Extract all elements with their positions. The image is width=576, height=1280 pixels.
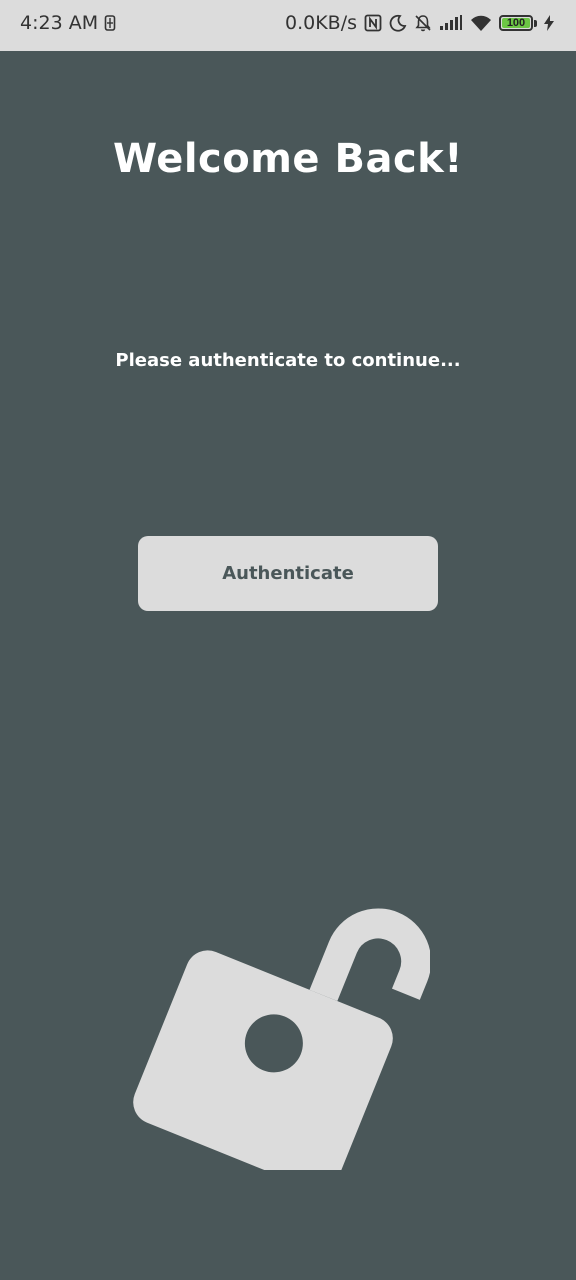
status-right: 0.0KB/s 100 bbox=[285, 12, 554, 34]
moon-icon bbox=[389, 14, 407, 32]
battery-level-text: 100 bbox=[506, 17, 526, 29]
unlocked-padlock-icon bbox=[120, 820, 432, 1191]
charging-icon bbox=[544, 15, 554, 31]
nfc-icon bbox=[364, 14, 382, 32]
bell-off-icon bbox=[414, 14, 432, 32]
page-title: Welcome Back! bbox=[113, 136, 463, 182]
status-left: 4:23 AM bbox=[20, 12, 116, 34]
status-bar: 4:23 AM 0.0KB/s 100 bbox=[0, 0, 576, 51]
authenticate-button[interactable]: Authenticate bbox=[138, 536, 438, 611]
status-time: 4:23 AM bbox=[20, 12, 99, 34]
wifi-icon bbox=[470, 15, 492, 32]
battery-icon: 100 bbox=[499, 15, 537, 31]
subtitle-text: Please authenticate to continue... bbox=[115, 350, 461, 371]
signal-icon bbox=[439, 15, 463, 31]
battery-body: 100 bbox=[499, 15, 533, 31]
network-speed: 0.0KB/s bbox=[284, 12, 357, 34]
sim-icon bbox=[104, 15, 116, 31]
battery-tip bbox=[534, 19, 537, 27]
